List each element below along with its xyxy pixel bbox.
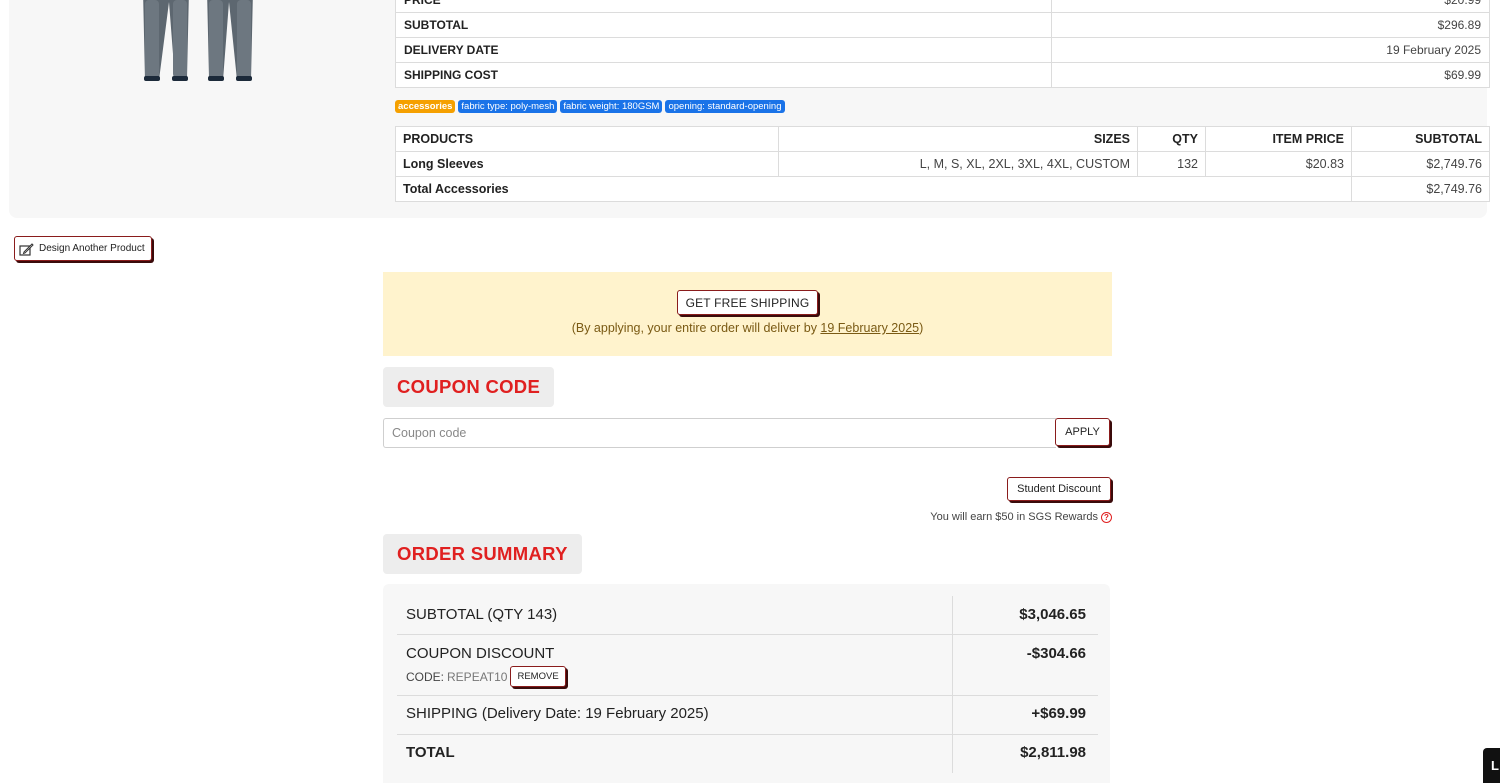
- tag-badge: fabric weight: 180GSM: [560, 100, 663, 113]
- corner-widget-tab[interactable]: L: [1483, 748, 1500, 783]
- summary-row-shipping: SHIPPING (Delivery Date: 19 February 202…: [397, 696, 1098, 735]
- table-header-row: PRODUCTS SIZES QTY ITEM PRICE SUBTOTAL: [395, 126, 1490, 152]
- order-summary-panel: SUBTOTAL (QTY 143) $3,046.65 COUPON DISC…: [383, 584, 1110, 783]
- free-shipping-banner: GET FREE SHIPPING (By applying, your ent…: [383, 272, 1112, 356]
- get-free-shipping-button[interactable]: GET FREE SHIPPING: [677, 290, 818, 315]
- apply-button[interactable]: APPLY: [1055, 418, 1110, 446]
- table-total-row: Total Accessories $2,749.76: [395, 176, 1490, 202]
- delivery-date-link[interactable]: 19 February 2025: [820, 321, 919, 335]
- order-info-table: PRICE $20.99 SUBTOTAL $296.89 DELIVERY DAT…: [395, 0, 1490, 88]
- pants-image: [143, 0, 253, 81]
- remove-coupon-button[interactable]: REMOVE: [510, 666, 566, 687]
- tag-badge: opening: standard-opening: [665, 100, 785, 113]
- summary-row-discount: COUPON DISCOUNT -$304.66 CODE: REPEAT10 …: [397, 635, 1098, 696]
- tag-badge: fabric type: poly-mesh: [458, 100, 558, 113]
- design-another-product-button[interactable]: Design Another Product: [14, 236, 152, 261]
- applied-coupon-code: REPEAT10: [447, 669, 508, 684]
- coupon-code-heading: COUPON CODE: [383, 367, 555, 407]
- table-row: DELIVERY DATE 19 February 2025: [395, 37, 1490, 63]
- summary-row-subtotal: SUBTOTAL (QTY 143) $3,046.65: [397, 596, 1098, 635]
- table-row: Long Sleeves L, M, S, XL, 2XL, 3XL, 4XL,…: [395, 151, 1490, 177]
- table-row: PRICE $20.99: [395, 0, 1490, 13]
- summary-row-total: TOTAL $2,811.98: [397, 735, 1098, 773]
- products-table: PRODUCTS SIZES QTY ITEM PRICE SUBTOTAL L…: [395, 126, 1490, 202]
- rewards-note: You will earn $50 in SGS Rewards ?: [930, 511, 1112, 523]
- tag-badge: accessories: [395, 100, 456, 113]
- student-discount-button[interactable]: Student Discount: [1007, 477, 1111, 501]
- free-shipping-note: (By applying, your entire order will del…: [571, 321, 924, 335]
- design-another-label: Design Another Product: [39, 243, 145, 254]
- product-tags: accessories fabric type: poly-mesh fabri…: [395, 100, 785, 113]
- coupon-code-line: CODE: REPEAT10 REMOVE: [406, 666, 566, 687]
- product-card: PRICE $20.99 SUBTOTAL $296.89 DELIVERY DAT…: [9, 0, 1490, 218]
- edit-icon: [19, 242, 34, 256]
- coupon-input[interactable]: Coupon code: [383, 418, 1056, 448]
- table-row: SUBTOTAL $296.89: [395, 12, 1490, 38]
- order-summary-heading: ORDER SUMMARY: [383, 534, 582, 574]
- help-icon[interactable]: ?: [1101, 511, 1112, 523]
- table-row: SHIPPING COST $69.99: [395, 62, 1490, 88]
